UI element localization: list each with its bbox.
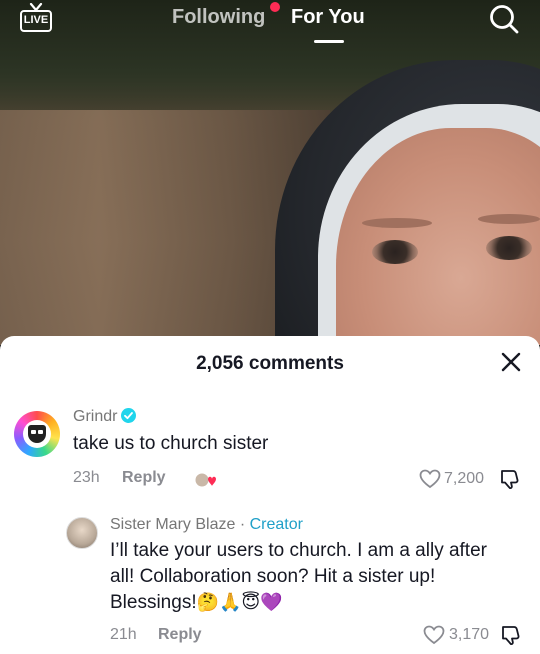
dislike-icon[interactable]	[499, 468, 521, 490]
comment-text: take us to church sister	[73, 433, 269, 454]
tab-following[interactable]: Following	[172, 6, 265, 29]
reply-button[interactable]: Reply	[122, 469, 166, 487]
video-subject-eye	[486, 236, 532, 260]
reply-button[interactable]: Reply	[158, 626, 202, 644]
reply-text-line: Blessings!🤔🙏😇💜	[110, 592, 283, 613]
notification-dot	[270, 2, 280, 12]
verified-badge-icon	[121, 408, 137, 423]
video-subject-brow	[362, 218, 432, 228]
active-tab-indicator	[314, 40, 344, 43]
reply-username[interactable]: Sister Mary Blaze · Creator	[110, 516, 303, 534]
tab-for-you[interactable]: For You	[291, 6, 365, 29]
comment-timestamp: 23h	[73, 469, 100, 486]
like-heart-icon[interactable]	[423, 625, 445, 645]
creator-tag: Creator	[249, 516, 303, 533]
reply-timestamp: 21h	[110, 626, 137, 643]
like-heart-icon[interactable]	[419, 469, 441, 489]
avatar[interactable]	[14, 411, 60, 457]
video-subject-brow	[478, 214, 540, 224]
top-navigation: LIVE Following For You	[0, 0, 540, 60]
like-count: 3,170	[449, 626, 490, 643]
live-button[interactable]: LIVE	[18, 3, 54, 34]
reply-text-line: all! Collaboration soon? Hit a sister up…	[110, 566, 436, 587]
reply-text-line: I’ll take your users to church. I am a a…	[110, 540, 487, 561]
dislike-icon[interactable]	[500, 624, 522, 646]
liked-by-creator-icon	[194, 472, 216, 488]
search-icon[interactable]	[488, 3, 520, 35]
like-count: 7,200	[444, 470, 485, 487]
emoji-sequence: 🤔🙏😇💜	[196, 592, 283, 613]
comments-count-title: 2,056 comments	[196, 353, 344, 374]
close-icon[interactable]	[500, 351, 522, 373]
avatar[interactable]	[66, 517, 98, 549]
video-subject-eye	[372, 240, 418, 264]
live-label: LIVE	[20, 10, 52, 32]
grindr-logo-icon	[28, 425, 46, 443]
comment-username[interactable]: Grindr	[73, 408, 137, 426]
